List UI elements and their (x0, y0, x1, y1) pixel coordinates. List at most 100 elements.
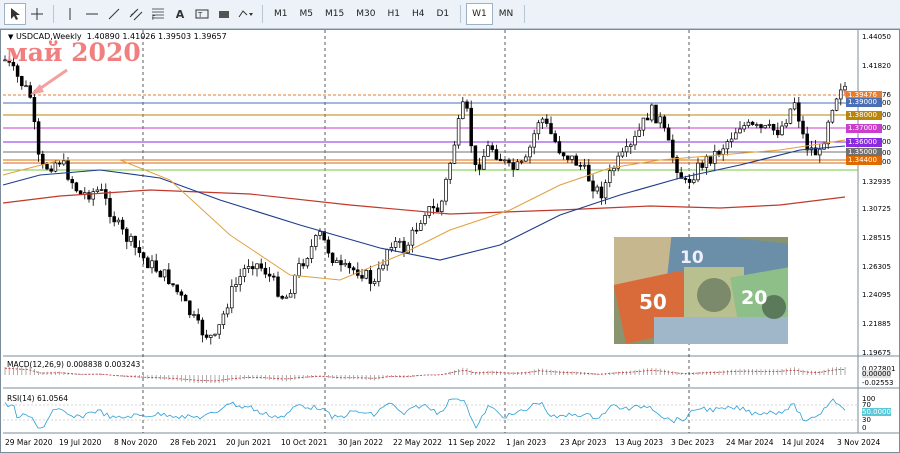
candle-body (566, 155, 570, 160)
price-tick: 1.44050 (862, 33, 891, 41)
candle-body (553, 133, 557, 142)
terminal-window: F A T M1M5M15M30H1H4D1W1MN 50 20 (0, 0, 900, 453)
candle-body (427, 206, 431, 216)
price-tick: 1.19675 (862, 349, 891, 357)
chart-canvas (2, 30, 899, 434)
candle-body (721, 148, 725, 155)
macd-tick: 0.00000 (862, 370, 891, 378)
candle-body (545, 118, 549, 124)
candle-body (830, 109, 835, 123)
candle-body (234, 284, 238, 287)
candle-body (221, 313, 226, 326)
candle-body (524, 156, 528, 162)
candle-body (108, 198, 112, 217)
candle-body (288, 293, 293, 298)
candle-body (536, 122, 541, 135)
candle-body (419, 223, 423, 231)
candle-body (120, 219, 125, 230)
candle-body (200, 319, 205, 336)
candle-body (843, 85, 847, 91)
candle-body (750, 121, 755, 125)
candle-body (826, 121, 830, 145)
candle-body (398, 240, 402, 243)
price-level-label: 1.34400 (846, 156, 882, 165)
candle-body (435, 207, 440, 212)
candle-body (608, 170, 612, 183)
candle-body (137, 247, 142, 254)
candle-body (276, 276, 280, 297)
candle-body (591, 180, 595, 192)
price-tick: 1.24095 (862, 291, 891, 299)
candle-body (41, 153, 45, 165)
candle-body (410, 229, 415, 246)
candle-body (742, 125, 746, 130)
candle-body (507, 159, 511, 163)
candle-body (70, 179, 74, 184)
price-level-label: 1.39000 (846, 98, 882, 107)
candle-body (183, 294, 188, 302)
candle-body (444, 178, 448, 202)
candle-body (603, 182, 608, 199)
candle-body (687, 178, 692, 183)
candle-body (209, 334, 213, 338)
candle-body (141, 252, 146, 259)
candle-body (570, 155, 574, 160)
candle-body (532, 133, 536, 148)
candle-body (217, 324, 221, 335)
price-tick: 1.21885 (862, 320, 891, 328)
candle-body (624, 146, 629, 153)
candle-body (116, 219, 121, 223)
candle-body (49, 168, 53, 172)
candle-body (725, 141, 730, 150)
candle-body (776, 129, 780, 136)
candle-body (347, 263, 352, 269)
svg-text:20: 20 (741, 287, 767, 309)
candle-body (20, 76, 24, 87)
candle-body (801, 120, 805, 135)
candle-body (671, 139, 675, 158)
date-tick: 8 Nov 2020 (114, 438, 158, 447)
candle-body (251, 266, 255, 270)
candle-body (692, 179, 696, 183)
candle-body (297, 263, 301, 276)
candle-body (650, 104, 654, 121)
candle-body (343, 263, 347, 266)
candle-body (767, 123, 772, 126)
candle-body (578, 164, 583, 167)
candle-body (549, 123, 553, 135)
candle-body (32, 96, 37, 123)
price-tick: 1.32935 (862, 178, 891, 186)
candle-body (158, 270, 163, 278)
price-level-label: 1.36000 (846, 138, 882, 147)
candle-body (700, 162, 704, 168)
candle-body (402, 240, 406, 254)
date-tick: 13 Aug 2023 (615, 438, 664, 447)
candle-body (255, 263, 259, 270)
candle-body (448, 163, 452, 180)
candle-body (112, 216, 116, 223)
candle-body (666, 127, 671, 141)
candle-body (293, 275, 297, 294)
date-tick: 20 Jun 2021 (226, 438, 272, 447)
candle-body (612, 167, 616, 172)
candle-body (309, 246, 314, 259)
candle-body (146, 257, 150, 269)
candle-body (414, 229, 419, 232)
candle-body (482, 155, 486, 170)
date-tick: 11 Sep 2022 (448, 438, 496, 447)
candle-body (792, 102, 797, 110)
candle-body (125, 228, 129, 242)
candle-body (154, 260, 158, 272)
candle-body (78, 190, 83, 195)
candle-body (53, 162, 58, 172)
macd-label: MACD(12,26,9) 0.008838 0.003243 (7, 360, 141, 369)
date-tick: 19 Jul 2020 (59, 438, 102, 447)
candle-body (335, 260, 339, 264)
candle-body (330, 252, 335, 264)
svg-text:50: 50 (639, 290, 667, 314)
svg-text:10: 10 (680, 248, 704, 268)
candle-body (834, 98, 839, 111)
candle-body (393, 241, 398, 248)
candle-body (314, 235, 318, 247)
candle-body (305, 258, 310, 267)
